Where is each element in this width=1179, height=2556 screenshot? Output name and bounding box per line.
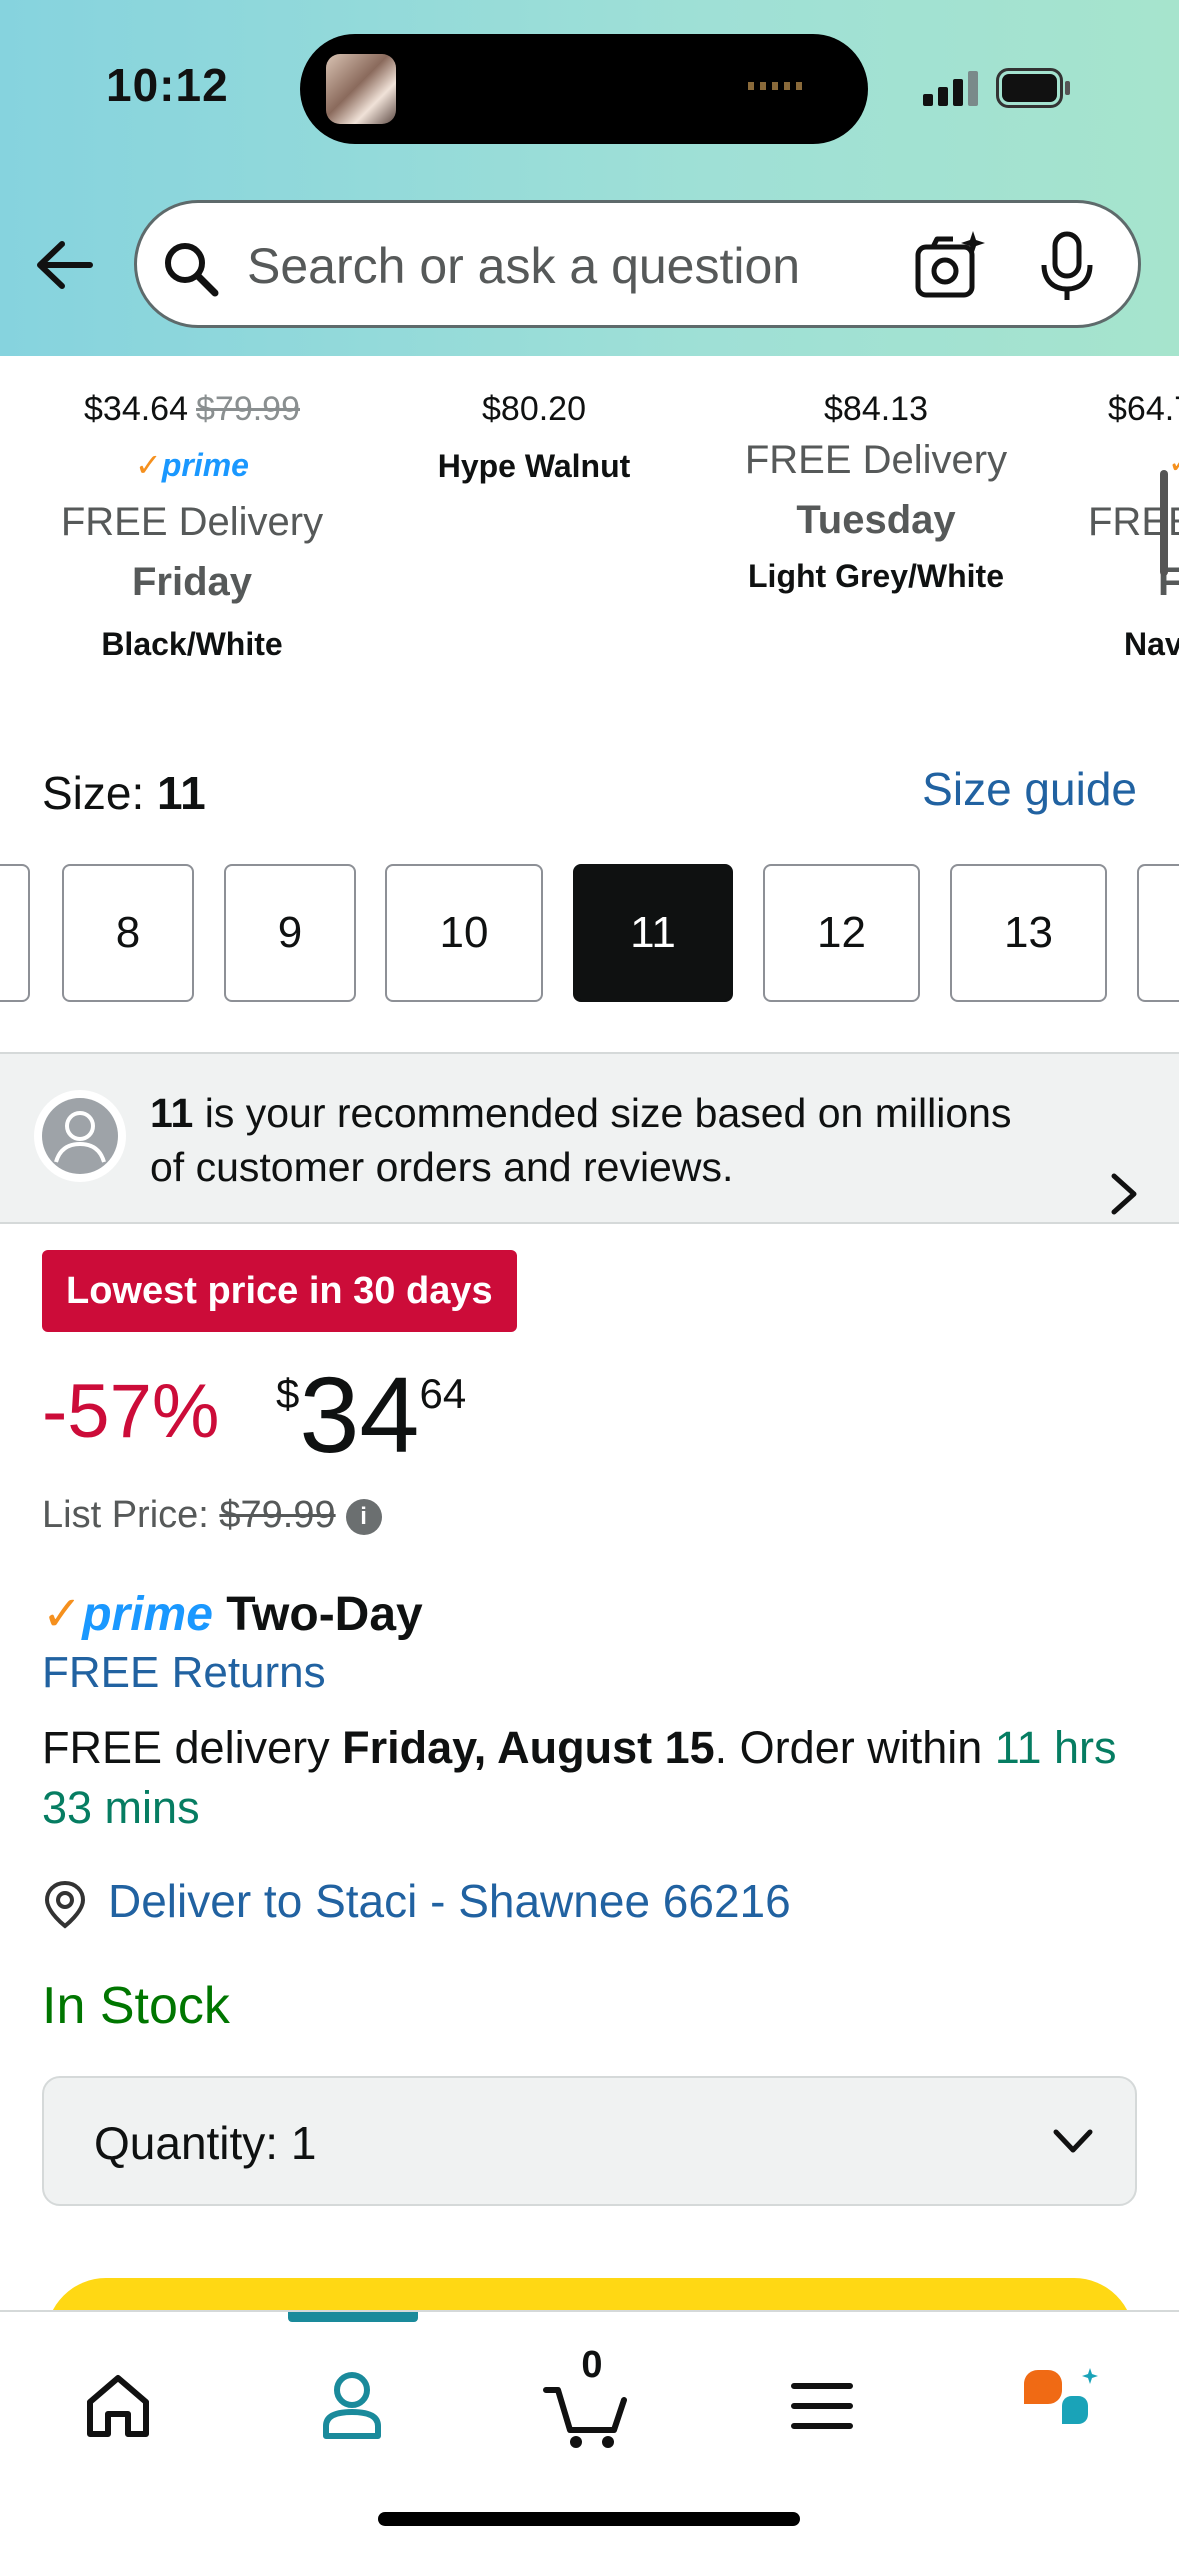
header: 10:12 <box>0 0 1179 356</box>
recommendation-text: 11 is your recommended size based on mil… <box>150 1090 1012 1190</box>
size-option-9[interactable]: 9 <box>224 864 356 1002</box>
now-playing-thumbnail[interactable] <box>326 54 396 124</box>
free-returns-link[interactable]: FREE Returns <box>42 1648 326 1698</box>
deal-badge: Lowest price in 30 days <box>42 1250 517 1332</box>
battery-icon <box>996 68 1070 108</box>
activity-indicator <box>748 82 808 90</box>
home-indicator <box>378 2512 800 2526</box>
size-option-partial[interactable] <box>1137 864 1179 1002</box>
prime-logo: prime <box>82 1588 213 1641</box>
back-arrow-icon[interactable] <box>30 230 100 300</box>
chevron-down-icon <box>1053 2129 1093 2153</box>
home-icon[interactable] <box>68 2354 168 2454</box>
size-option-12[interactable]: 12 <box>763 864 920 1002</box>
search-icon <box>165 243 219 297</box>
size-recommendation[interactable]: 11 is your recommended size based on mil… <box>0 1052 1179 1224</box>
rufus-icon[interactable] <box>1010 2354 1110 2454</box>
quantity-label: Quantity: 1 <box>94 2117 317 2169</box>
cart-count: 0 <box>581 2344 603 2386</box>
variant-card[interactable]: $80.20 Hype Walnut <box>374 390 694 485</box>
search-input[interactable] <box>247 231 897 301</box>
variant-price: $34.64 $79.99 <box>84 390 300 428</box>
variant-delivery: FREE Delivery <box>744 438 1008 482</box>
cart-icon[interactable]: 0 <box>538 2344 638 2454</box>
menu-icon[interactable] <box>772 2354 872 2454</box>
microphone-icon[interactable] <box>1037 231 1097 303</box>
list-price: List Price: $79.99 i <box>42 1494 382 1537</box>
carousel-scroll-indicator <box>1160 470 1168 576</box>
avatar <box>34 1090 126 1182</box>
variant-price: $84.13 <box>824 390 928 428</box>
variant-color: Light Grey/White <box>748 558 1004 594</box>
dynamic-island <box>300 34 868 144</box>
variant-delivery-day: Tuesday <box>796 498 956 542</box>
variant-price: $64.7 <box>1108 390 1179 428</box>
variant-delivery-day: Friday <box>131 560 253 604</box>
chevron-right-icon <box>1111 1173 1137 1215</box>
size-option-11[interactable]: 11 <box>573 864 733 1002</box>
search-bar[interactable] <box>134 200 1141 328</box>
cellular-signal-icon <box>923 71 978 106</box>
variant-color: Hype Walnut <box>437 448 631 484</box>
size-option-13[interactable]: 13 <box>950 864 1107 1002</box>
variant-card[interactable]: $84.13 FREE Delivery Tuesday Light Grey/… <box>716 390 1036 595</box>
active-tab-indicator <box>288 2312 418 2322</box>
camera-search-icon[interactable] <box>913 229 987 303</box>
status-time: 10:12 <box>106 59 229 111</box>
quantity-dropdown[interactable]: Quantity: 1 <box>42 2076 1137 2206</box>
size-guide-link[interactable]: Size guide <box>922 762 1137 816</box>
variant-color: Nav <box>1124 626 1179 662</box>
price: $3464 <box>276 1354 467 1475</box>
size-option-partial[interactable] <box>0 864 30 1002</box>
discount-percent: -57% <box>42 1369 220 1454</box>
prime-shipping: ✓prime Two-Day <box>42 1588 423 1641</box>
size-label: Size: 11 <box>42 767 206 819</box>
prime-check-icon: ✓ <box>42 1588 83 1641</box>
size-option-10[interactable]: 10 <box>385 864 543 1002</box>
size-option-8[interactable]: 8 <box>62 864 194 1002</box>
account-icon[interactable] <box>302 2354 402 2454</box>
prime-check-icon: ✓ <box>1168 446 1179 490</box>
prime-badge: ✓prime <box>135 447 249 483</box>
variant-color: Black/White <box>101 626 283 662</box>
deliver-to-link[interactable]: Deliver to Staci - Shawnee 66216 <box>42 1874 791 1930</box>
location-pin-icon <box>44 1880 86 1929</box>
variant-price: $80.20 <box>482 390 586 428</box>
variant-delivery: FREE Delivery <box>60 500 324 544</box>
delivery-message: FREE delivery Friday, August 15. Order w… <box>42 1722 1117 1833</box>
info-icon[interactable]: i <box>345 1498 382 1535</box>
variant-card[interactable]: $34.64 $79.99 ✓prime FREE Delivery Friday… <box>32 390 352 663</box>
stock-status: In Stock <box>42 1977 230 2035</box>
